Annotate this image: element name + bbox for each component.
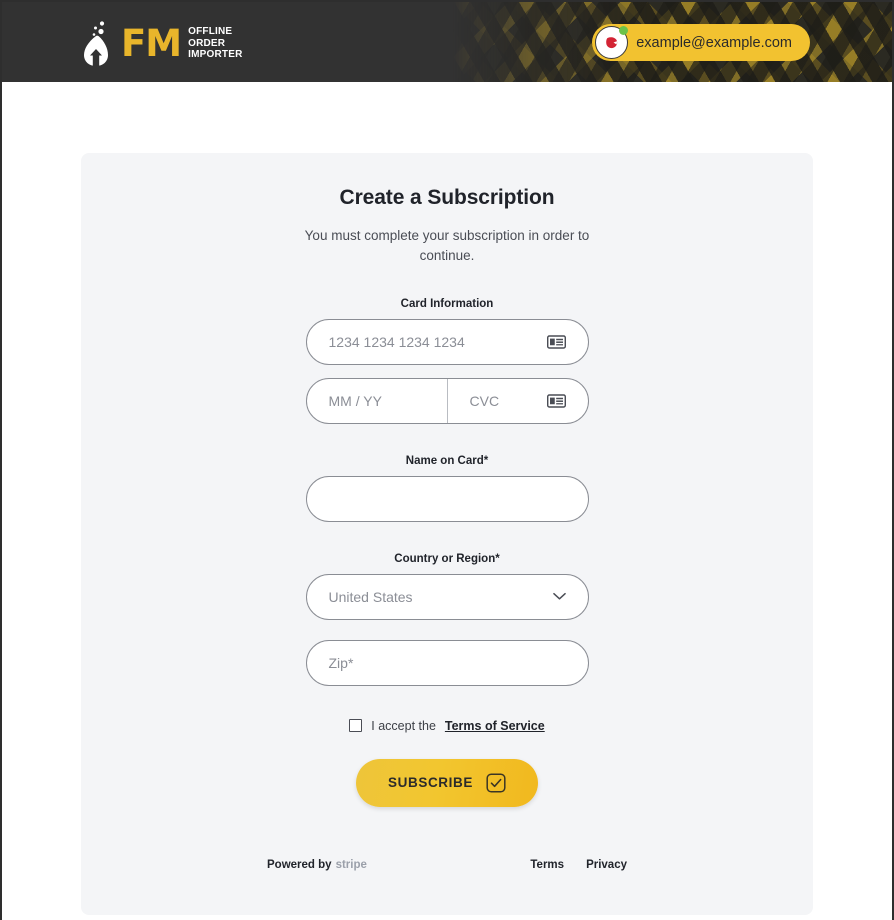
zip-input[interactable]: Zip*	[305, 639, 589, 686]
terms-acceptance-row: I accept the Terms of Service	[306, 719, 589, 733]
country-or-region-value: United States	[328, 588, 413, 605]
app-header: FM OFFLINE ORDER IMPORTER example@exampl…	[2, 2, 892, 82]
subscribe-button[interactable]: SUBSCRIBE	[356, 758, 538, 807]
country-or-region-select[interactable]: United States	[305, 573, 589, 620]
powered-by-label: Powered by	[267, 858, 332, 871]
subscribe-button-label: SUBSCRIBE	[388, 775, 473, 790]
logo-word-line-2: ORDER	[188, 37, 226, 49]
page-subtitle: You must complete your subscription in o…	[304, 228, 590, 264]
check-square-icon	[486, 772, 506, 793]
card-number-placeholder: 1234 1234 1234 1234	[328, 333, 465, 350]
card-information-label: Card Information	[400, 297, 494, 310]
app-logo[interactable]: FM OFFLINE ORDER IMPORTER	[80, 20, 243, 66]
subscribe-button-wrap: SUBSCRIBE	[306, 758, 589, 807]
accept-terms-label: I accept the	[371, 718, 436, 733]
credit-card-icon	[546, 334, 566, 349]
accept-terms-checkbox[interactable]	[349, 719, 363, 732]
card-expiry-cvc-row: MM / YY CVC	[305, 377, 589, 424]
card-cvc-input[interactable]: CVC	[446, 378, 588, 423]
card-expiry-input[interactable]: MM / YY	[307, 379, 447, 423]
page-body: Create a Subscription You must complete …	[2, 153, 892, 920]
terms-of-service-link[interactable]: Terms of Service	[445, 719, 545, 733]
flame-bubbles-icon	[84, 21, 108, 66]
chevron-down-icon	[552, 592, 566, 600]
page-title: Create a Subscription	[339, 186, 555, 209]
footer-terms-link[interactable]: Terms	[530, 859, 564, 871]
zip-placeholder: Zip*	[328, 654, 354, 671]
stripe-wordmark: stripe	[335, 858, 367, 871]
user-account-pill[interactable]: example@example.com	[592, 24, 810, 61]
country-or-region-label: Country or Region*	[394, 552, 500, 565]
logo-wordmark: OFFLINE ORDER IMPORTER	[188, 25, 242, 61]
subscription-form: Card Information 1234 1234 1234 1234 MM …	[305, 297, 589, 807]
footer-privacy-link[interactable]: Privacy	[586, 859, 627, 871]
logo-abbr: FM	[121, 21, 182, 65]
online-status-dot	[619, 26, 629, 35]
avatar[interactable]	[595, 26, 629, 59]
card-cvc-placeholder: CVC	[469, 392, 500, 409]
subscription-card: Create a Subscription You must complete …	[81, 153, 813, 915]
name-on-card-input[interactable]	[305, 475, 589, 522]
name-on-card-label: Name on Card*	[405, 454, 489, 467]
card-number-input[interactable]: 1234 1234 1234 1234	[305, 318, 589, 365]
card-expiry-placeholder: MM / YY	[328, 392, 382, 409]
logo-word-line-3: IMPORTER	[188, 49, 243, 61]
logo-word-line-1: OFFLINE	[188, 25, 233, 37]
credit-card-cvc-icon	[546, 393, 566, 408]
user-email-label: example@example.com	[636, 34, 792, 51]
card-footer: Powered by stripe Terms Privacy	[267, 859, 627, 871]
